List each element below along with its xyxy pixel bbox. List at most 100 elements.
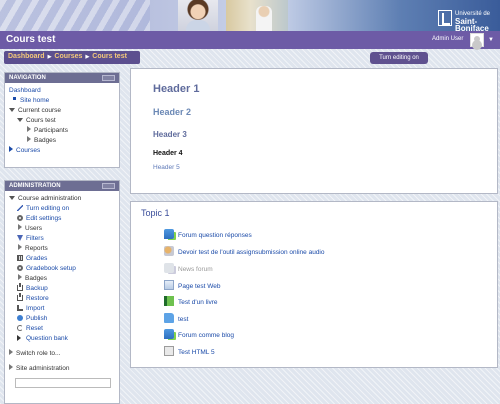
expanded-icon[interactable] xyxy=(9,108,15,112)
chevron-down-icon[interactable]: ▼ xyxy=(488,37,494,43)
admin-site-administration[interactable]: Site administration xyxy=(16,365,69,372)
admin-turn-editing-on[interactable]: Turn editing on xyxy=(26,205,69,212)
turn-editing-on-button[interactable]: Turn editing on xyxy=(370,52,428,64)
activity-item[interactable]: Test d'un livre xyxy=(164,296,218,307)
breadcrumb-dashboard[interactable]: Dashboard xyxy=(8,53,45,60)
reset-icon xyxy=(17,325,23,331)
html-icon xyxy=(164,346,174,356)
activity-item[interactable]: Devoir test de l'outil assignsubmission … xyxy=(164,246,325,257)
activity-link[interactable]: Forum question réponses xyxy=(178,232,252,239)
banner-photo-nurse xyxy=(226,0,288,31)
navigation-block-header: NAVIGATION xyxy=(5,73,119,83)
forum-icon xyxy=(164,229,174,239)
administration-block-header: ADMINISTRATION xyxy=(5,181,119,191)
nav-dashboard[interactable]: Dashboard xyxy=(9,87,41,94)
activity-link[interactable]: Test HTML 5 xyxy=(178,349,215,356)
administration-title: ADMINISTRATION xyxy=(9,183,61,189)
bullet-icon xyxy=(13,97,16,100)
assignment-icon xyxy=(164,246,174,256)
admin-badges[interactable]: Badges xyxy=(25,275,47,282)
breadcrumb-separator-icon: ▶ xyxy=(47,54,52,60)
backup-icon xyxy=(17,283,23,291)
header-2: Header 2 xyxy=(153,107,192,117)
nav-current-course[interactable]: Current course xyxy=(18,107,61,114)
expanded-icon[interactable] xyxy=(17,118,23,122)
avatar[interactable] xyxy=(470,33,484,47)
activity-item[interactable]: News forum xyxy=(164,263,213,274)
activity-item[interactable]: test xyxy=(164,313,188,324)
admin-reset[interactable]: Reset xyxy=(26,325,43,332)
activity-link[interactable]: News forum xyxy=(178,266,213,273)
header-4: Header 4 xyxy=(153,150,183,157)
nav-site-home[interactable]: Site home xyxy=(20,97,49,104)
chevron-right-icon[interactable] xyxy=(9,349,13,355)
question-bank-icon xyxy=(17,335,23,341)
university-logo-text[interactable]: Université de Saint-Boniface xyxy=(455,11,500,31)
admin-filters[interactable]: Filters xyxy=(26,235,44,242)
grades-icon xyxy=(17,255,23,261)
banner-decoration xyxy=(0,0,150,31)
user-name[interactable]: Admin User xyxy=(432,36,463,42)
nav-courses[interactable]: Courses xyxy=(16,147,40,154)
administration-block: ADMINISTRATION Course administration Tur… xyxy=(4,180,120,404)
page-header: Cours test Admin User ▼ xyxy=(0,31,500,49)
headers-section: Header 1 Header 2 Header 3 Header 4 Head… xyxy=(130,68,498,194)
collapsed-icon[interactable] xyxy=(9,146,13,152)
nav-participants[interactable]: Participants xyxy=(34,127,68,134)
block-dock-icon[interactable] xyxy=(102,75,115,81)
activity-item[interactable]: Forum question réponses xyxy=(164,229,252,240)
activity-link[interactable]: Devoir test de l'outil assignsubmission … xyxy=(178,249,325,256)
breadcrumb: Dashboard ▶ Courses ▶ Cours test xyxy=(4,51,140,64)
activity-item[interactable]: Test HTML 5 xyxy=(164,346,215,357)
block-dock-icon[interactable] xyxy=(102,183,115,189)
breadcrumb-course[interactable]: Cours test xyxy=(92,53,127,60)
activity-link[interactable]: test xyxy=(178,316,188,323)
gear-icon xyxy=(17,265,23,271)
activity-link[interactable]: Page test Web xyxy=(178,283,221,290)
breadcrumb-courses[interactable]: Courses xyxy=(54,53,82,60)
admin-question-bank[interactable]: Question bank xyxy=(26,335,68,342)
university-logo-icon[interactable] xyxy=(438,10,452,26)
expanded-icon[interactable] xyxy=(9,196,15,200)
admin-reports[interactable]: Reports xyxy=(25,245,48,252)
header-5: Header 5 xyxy=(153,164,180,171)
logo-line-2: Saint-Boniface xyxy=(455,17,489,32)
activity-link[interactable]: Test d'un livre xyxy=(178,299,218,306)
topic-title: Topic 1 xyxy=(141,208,170,218)
site-banner: Université de Saint-Boniface xyxy=(0,0,500,31)
gear-icon xyxy=(17,215,23,221)
activity-link[interactable]: Forum comme blog xyxy=(178,332,234,339)
admin-course-administration[interactable]: Course administration xyxy=(18,195,81,202)
banner-photo-woman xyxy=(178,0,218,31)
admin-publish[interactable]: Publish xyxy=(26,315,47,322)
topic-section: Topic 1 Forum question réponses Devoir t… xyxy=(130,201,498,368)
restore-icon xyxy=(17,293,23,301)
activity-item[interactable]: Page test Web xyxy=(164,280,221,291)
page-icon xyxy=(164,280,174,290)
news-forum-icon xyxy=(164,263,174,273)
activity-item[interactable]: Forum comme blog xyxy=(164,329,234,340)
admin-grades[interactable]: Grades xyxy=(26,255,47,262)
header-1: Header 1 xyxy=(153,83,200,95)
admin-gradebook-setup[interactable]: Gradebook setup xyxy=(26,265,76,272)
nav-course-name[interactable]: Cours test xyxy=(26,117,56,124)
admin-switch-role[interactable]: Switch role to... xyxy=(16,350,60,357)
import-icon xyxy=(17,305,23,311)
admin-search-input[interactable] xyxy=(15,378,111,388)
pencil-icon xyxy=(17,205,23,211)
chevron-right-icon[interactable] xyxy=(18,244,22,250)
admin-restore[interactable]: Restore xyxy=(26,295,49,302)
collapsed-icon[interactable] xyxy=(27,126,31,132)
chevron-right-icon[interactable] xyxy=(18,274,22,280)
collapsed-icon[interactable] xyxy=(27,136,31,142)
chevron-right-icon[interactable] xyxy=(9,364,13,370)
publish-icon xyxy=(17,315,23,321)
page-title: Cours test xyxy=(6,34,56,45)
forum-icon xyxy=(164,329,174,339)
admin-edit-settings[interactable]: Edit settings xyxy=(26,215,61,222)
admin-import[interactable]: Import xyxy=(26,305,44,312)
nav-badges[interactable]: Badges xyxy=(34,137,56,144)
admin-users[interactable]: Users xyxy=(25,225,42,232)
chevron-right-icon[interactable] xyxy=(18,224,22,230)
admin-backup[interactable]: Backup xyxy=(26,285,48,292)
